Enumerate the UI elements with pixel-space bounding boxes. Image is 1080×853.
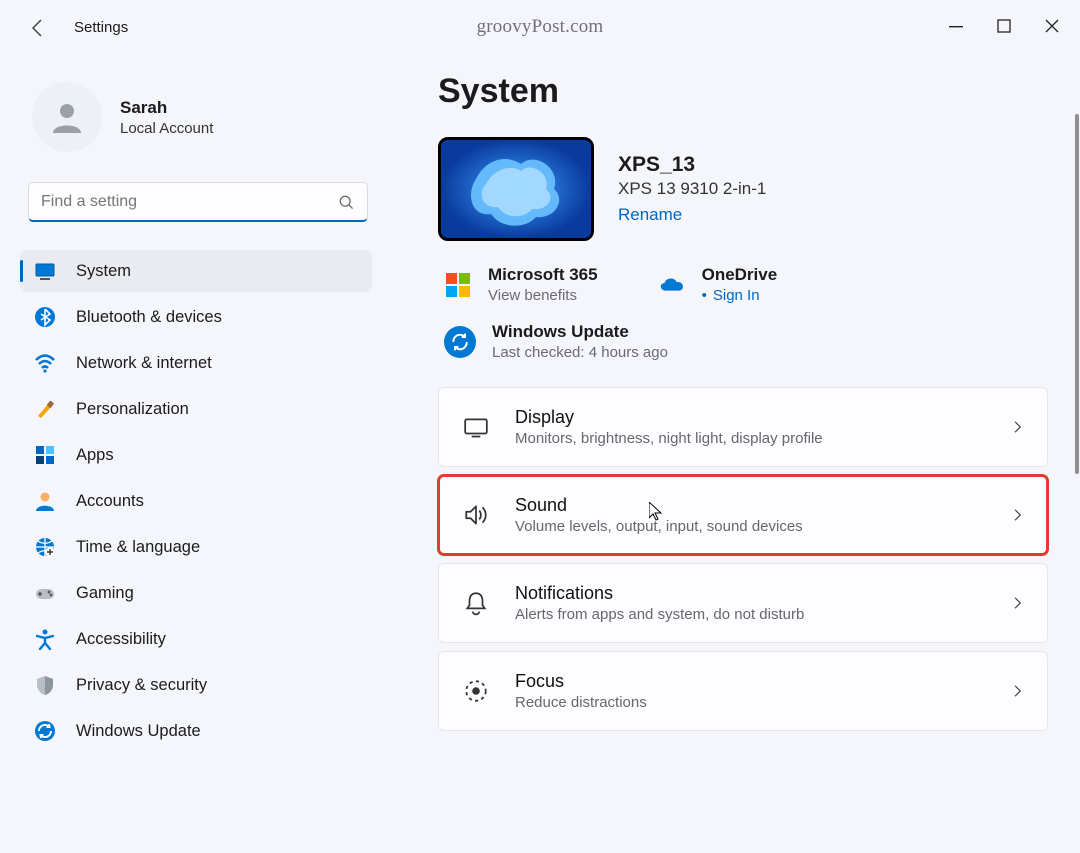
brush-icon — [34, 398, 56, 420]
nav-item-gaming[interactable]: Gaming — [20, 572, 372, 614]
card-title: Notifications — [515, 583, 804, 604]
page-title: System — [438, 72, 1048, 111]
card-title: Focus — [515, 671, 647, 692]
nav-label: Privacy & security — [76, 676, 207, 695]
avatar — [32, 82, 102, 152]
bluetooth-icon — [34, 306, 56, 328]
chevron-right-icon — [1009, 416, 1027, 438]
nav-label: Time & language — [76, 538, 200, 557]
maximize-button[interactable] — [980, 6, 1028, 46]
nav-list: System Bluetooth & devices Network & inter… — [20, 250, 372, 752]
card-display[interactable]: Display Monitors, brightness, night light… — [438, 387, 1048, 467]
chevron-right-icon — [1009, 592, 1027, 614]
card-title: Display — [515, 407, 823, 428]
profile-name: Sarah — [120, 98, 213, 118]
device-model: XPS 13 9310 2-in-1 — [618, 179, 766, 199]
apps-icon — [34, 444, 56, 466]
search-box[interactable] — [28, 182, 368, 222]
device-thumbnail[interactable] — [438, 137, 594, 241]
nav-label: Bluetooth & devices — [76, 308, 222, 327]
onedrive-title: OneDrive — [702, 265, 778, 285]
watermark: groovyPost.com — [477, 16, 604, 38]
search-icon — [337, 193, 355, 211]
nav-label: Windows Update — [76, 722, 201, 741]
card-subtitle: Monitors, brightness, night light, displ… — [515, 430, 823, 447]
nav-label: Accessibility — [76, 630, 166, 649]
nav-item-accessibility[interactable]: Accessibility — [20, 618, 372, 660]
nav-label: Network & internet — [76, 354, 212, 373]
card-subtitle: Reduce distractions — [515, 694, 647, 711]
nav-label: Apps — [76, 446, 114, 465]
search-input[interactable] — [41, 193, 337, 211]
nav-item-network[interactable]: Network & internet — [20, 342, 372, 384]
nav-label: Accounts — [76, 492, 144, 511]
sound-icon — [461, 502, 491, 528]
person-icon — [34, 490, 56, 512]
display-icon — [461, 414, 491, 440]
wifi-icon — [34, 352, 56, 374]
app-title: Settings — [74, 19, 128, 36]
card-sound[interactable]: Sound Volume levels, output, input, sound… — [438, 475, 1048, 555]
nav-item-personalization[interactable]: Personalization — [20, 388, 372, 430]
m365-title: Microsoft 365 — [488, 265, 598, 285]
card-notifications[interactable]: Notifications Alerts from apps and system… — [438, 563, 1048, 643]
bell-icon — [461, 590, 491, 616]
microsoft-logo-icon — [444, 271, 472, 299]
microsoft365-item[interactable]: Microsoft 365 View benefits — [444, 265, 598, 304]
minimize-button[interactable] — [932, 6, 980, 46]
onedrive-sub[interactable]: Sign In — [702, 287, 778, 304]
m365-sub: View benefits — [488, 287, 598, 304]
profile-block[interactable]: Sarah Local Account — [32, 82, 372, 152]
content-area: System XPS_13 XPS 13 9310 2-in-1 Rename — [396, 54, 1080, 853]
gamepad-icon — [34, 582, 56, 604]
system-icon — [34, 260, 56, 282]
nav-item-privacy[interactable]: Privacy & security — [20, 664, 372, 706]
close-button[interactable] — [1028, 6, 1076, 46]
nav-item-bluetooth[interactable]: Bluetooth & devices — [20, 296, 372, 338]
onedrive-icon — [658, 271, 686, 299]
onedrive-item[interactable]: OneDrive Sign In — [658, 265, 778, 304]
titlebar: Settings groovyPost.com — [0, 0, 1080, 54]
sidebar: Sarah Local Account System Bluetooth & de… — [0, 54, 396, 853]
windows-update-item[interactable]: Windows Update Last checked: 4 hours ago — [438, 322, 1048, 361]
update-sub: Last checked: 4 hours ago — [492, 344, 668, 361]
nav-item-update[interactable]: Windows Update — [20, 710, 372, 752]
nav-label: Gaming — [76, 584, 134, 603]
rename-link[interactable]: Rename — [618, 205, 682, 225]
chevron-right-icon — [1009, 504, 1027, 526]
settings-cards: Display Monitors, brightness, night light… — [438, 387, 1048, 731]
card-subtitle: Volume levels, output, input, sound devi… — [515, 518, 803, 535]
device-name: XPS_13 — [618, 153, 766, 177]
nav-item-system[interactable]: System — [20, 250, 372, 292]
accessibility-icon — [34, 628, 56, 650]
profile-subtitle: Local Account — [120, 120, 213, 137]
nav-label: System — [76, 262, 131, 281]
nav-item-time[interactable]: Time & language — [20, 526, 372, 568]
sync-icon — [444, 326, 476, 358]
sync-icon — [34, 720, 56, 742]
card-subtitle: Alerts from apps and system, do not dist… — [515, 606, 804, 623]
back-button[interactable] — [20, 9, 56, 45]
scrollbar[interactable] — [1075, 114, 1079, 474]
nav-label: Personalization — [76, 400, 189, 419]
shield-icon — [34, 674, 56, 696]
update-title: Windows Update — [492, 322, 668, 342]
nav-item-accounts[interactable]: Accounts — [20, 480, 372, 522]
globe-icon — [34, 536, 56, 558]
focus-icon — [461, 678, 491, 704]
chevron-right-icon — [1009, 680, 1027, 702]
card-title: Sound — [515, 495, 803, 516]
card-focus[interactable]: Focus Reduce distractions — [438, 651, 1048, 731]
nav-item-apps[interactable]: Apps — [20, 434, 372, 476]
